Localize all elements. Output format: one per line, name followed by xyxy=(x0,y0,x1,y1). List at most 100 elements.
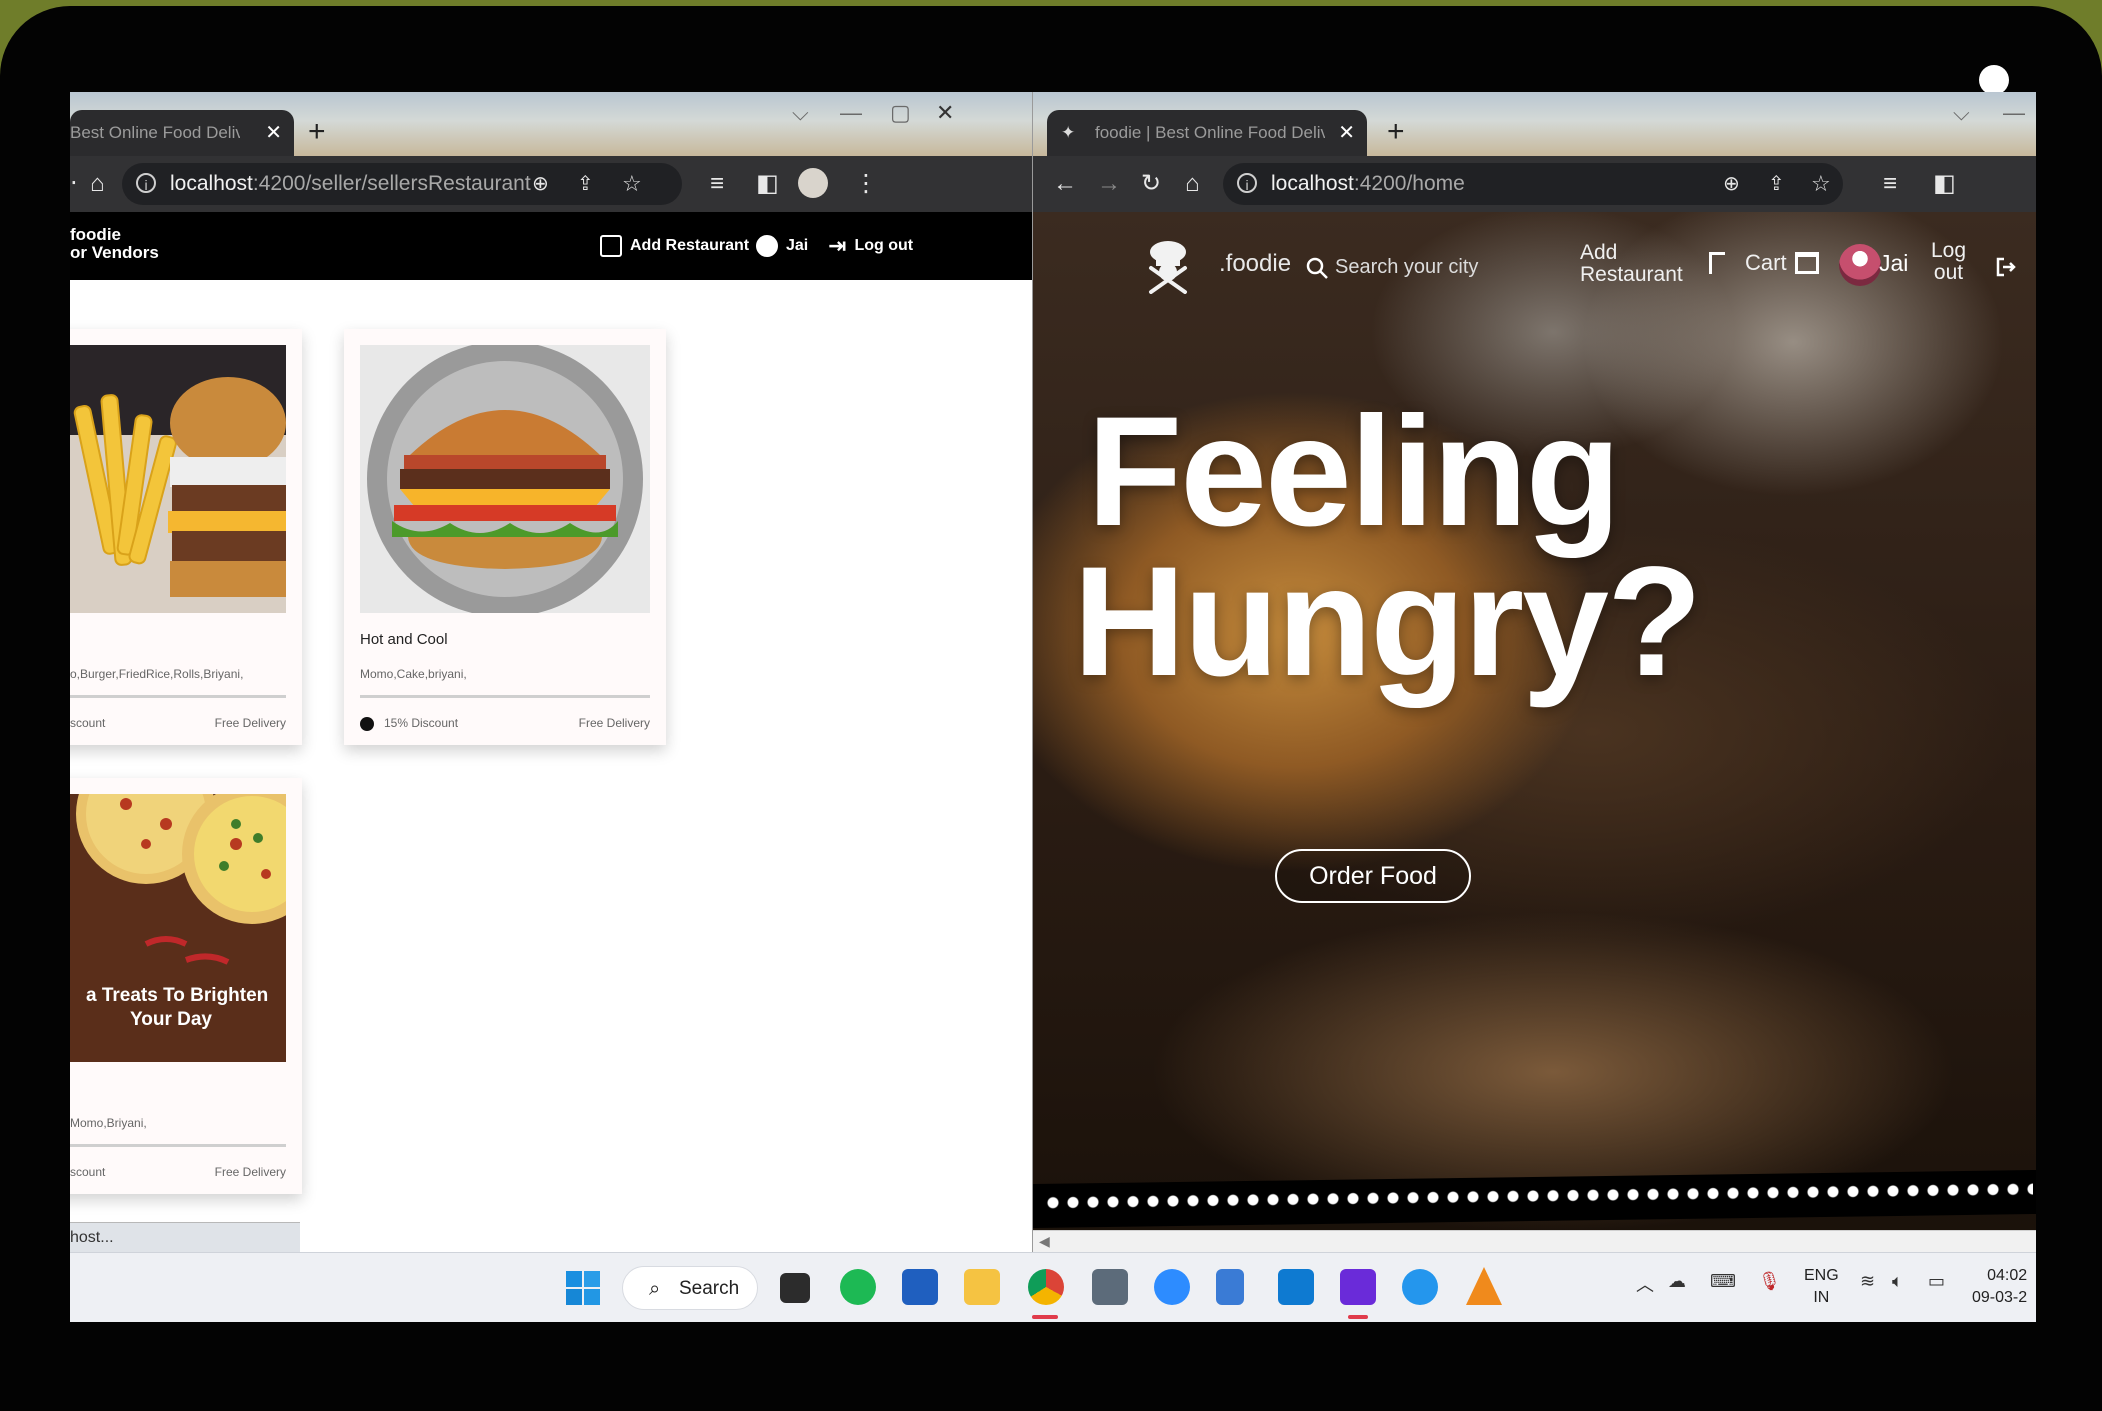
show-hidden-icons-chevron-icon[interactable]: ︿ xyxy=(1636,1271,1654,1297)
new-tab-button[interactable]: + xyxy=(1387,114,1405,150)
home-brand[interactable]: .foodie xyxy=(1219,250,1291,278)
home-add-restaurant-link[interactable]: Add Restaurant xyxy=(1580,242,1683,286)
back-icon[interactable]: ← xyxy=(1053,170,1077,198)
store-icon xyxy=(1709,252,1725,274)
reload-icon[interactable]: ↻ xyxy=(1141,170,1161,198)
maximize-button[interactable]: ▢ xyxy=(890,100,911,126)
intellij-active-indicator xyxy=(1348,1315,1368,1319)
docker-icon[interactable] xyxy=(1402,1269,1438,1305)
right-active-tab[interactable]: ✦ foodie | Best Online Food Delivery ✕ xyxy=(1047,110,1367,156)
tab-search-chevron-icon[interactable]: ⌵ xyxy=(1953,100,1970,126)
site-info-icon[interactable]: i xyxy=(136,173,156,193)
user-avatar[interactable] xyxy=(1839,244,1881,286)
side-panel-icon[interactable]: ◧ xyxy=(756,170,779,198)
left-tab-title: Best Online Food Delivery xyxy=(70,123,240,142)
system-clock[interactable]: 04:02 09-03-2 xyxy=(1972,1265,2027,1309)
chrome-active-indicator xyxy=(1032,1315,1058,1319)
close-window-button[interactable]: ✕ xyxy=(936,100,954,126)
restaurant-card[interactable]: Hot and Cool Momo,Cake,briyani, 15% Disc… xyxy=(344,329,666,745)
left-browser-window: Best Online Food Delivery ✕ + ⌵ — ▢ ✕ ⋅ … xyxy=(70,92,1032,1252)
right-tab-title: foodie | Best Online Food Delivery xyxy=(1095,123,1325,142)
vscode-icon[interactable] xyxy=(1278,1269,1314,1305)
volume-icon[interactable]: 🔈︎ xyxy=(1892,1271,1903,1292)
vendor-logout-link[interactable]: ⇥ Log out xyxy=(828,234,913,258)
cuisine-list: o,Burger,FriedRice,Rolls,Briyani, xyxy=(70,667,244,681)
battery-icon[interactable]: ▭ xyxy=(1928,1271,1945,1292)
vlc-icon[interactable] xyxy=(1466,1267,1502,1305)
reading-list-icon[interactable]: ≡ xyxy=(710,170,724,198)
new-tab-button[interactable]: + xyxy=(308,114,326,150)
discount-label: 15% Discount xyxy=(360,716,458,731)
input-language-indicator[interactable]: ENG IN xyxy=(1804,1265,1839,1309)
microphone-icon[interactable]: 🎙︎ xyxy=(1758,1271,1781,1292)
close-tab-icon[interactable]: ✕ xyxy=(1338,110,1355,156)
search-icon: ⌕ xyxy=(649,1278,661,1300)
vendor-brand[interactable]: foodie or Vendors xyxy=(70,226,159,262)
clock-time: 04:02 xyxy=(1987,1267,2028,1284)
home-logout-link[interactable]: Log out xyxy=(1931,240,1966,284)
order-food-button[interactable]: Order Food xyxy=(1275,849,1471,903)
intellij-icon[interactable] xyxy=(1340,1269,1376,1305)
share-icon[interactable]: ⇪ xyxy=(577,163,594,205)
left-address-bar[interactable]: i localhost:4200/seller/sellersRestauran… xyxy=(122,163,682,205)
calculator-icon[interactable] xyxy=(1092,1269,1128,1305)
share-icon[interactable]: ⇪ xyxy=(1768,163,1785,205)
chef-hat-logo-icon[interactable] xyxy=(1143,238,1193,294)
site-info-icon[interactable]: i xyxy=(1237,173,1257,193)
windows-start-icon[interactable] xyxy=(566,1271,600,1305)
home-icon[interactable]: ⌂ xyxy=(90,170,105,198)
cuisine-list: Momo,Briyani, xyxy=(70,1116,147,1130)
onedrive-cloud-icon[interactable]: ☁ xyxy=(1668,1271,1686,1292)
notepad-icon[interactable] xyxy=(1216,1269,1244,1305)
microsoft-store-icon[interactable] xyxy=(902,1269,938,1305)
close-tab-icon[interactable]: ✕ xyxy=(265,110,282,156)
add-restaurant-line2: Restaurant xyxy=(1580,263,1683,286)
delivery-label: Free Delivery xyxy=(214,716,286,730)
add-restaurant-link[interactable]: Add Restaurant xyxy=(600,234,749,258)
restaurant-image xyxy=(70,345,286,613)
user-circle-icon xyxy=(756,234,778,257)
menu-kebab-icon[interactable]: ⋮ xyxy=(854,170,878,198)
profile-avatar[interactable] xyxy=(798,168,828,198)
minimize-button[interactable]: — xyxy=(2003,100,2025,126)
discount-label: scount xyxy=(70,1165,106,1179)
right-toolbar: ← → ↻ ⌂ i localhost:4200/home ⊕ ⇪ ☆ ≡ ◧ xyxy=(1033,156,2036,212)
logout-icon[interactable] xyxy=(1995,256,2017,278)
home-user-name[interactable]: Jai xyxy=(1879,250,1908,277)
cart-icon[interactable] xyxy=(1795,252,1819,274)
side-panel-icon[interactable]: ◧ xyxy=(1933,170,1956,198)
restaurant-card[interactable]: a Treats To Brighten Your Day Momo,Briya… xyxy=(70,778,302,1194)
tab-search-chevron-icon[interactable]: ⌵ xyxy=(792,100,809,126)
reload-icon[interactable]: ⋅ xyxy=(70,170,78,198)
search-icon[interactable] xyxy=(1305,256,1329,280)
right-address-bar[interactable]: i localhost:4200/home ⊕ ⇪ ☆ xyxy=(1223,163,1843,205)
minimize-button[interactable]: — xyxy=(840,100,862,126)
spotify-icon[interactable] xyxy=(840,1269,876,1305)
left-active-tab[interactable]: Best Online Food Delivery ✕ xyxy=(70,110,294,156)
vendor-user-link[interactable]: Jai xyxy=(756,234,808,258)
city-search-input[interactable] xyxy=(1333,248,1537,286)
vendor-brand-line1: foodie xyxy=(70,225,121,244)
bookmark-star-icon[interactable]: ☆ xyxy=(622,163,642,205)
reading-list-icon[interactable]: ≡ xyxy=(1883,170,1897,198)
home-navbar: .foodie Add Restaurant Cart Jai Log out xyxy=(1033,212,2036,312)
scroll-left-icon[interactable]: ◀ xyxy=(1039,1233,1050,1250)
home-icon[interactable]: ⌂ xyxy=(1185,170,1200,198)
bookmark-star-icon[interactable]: ☆ xyxy=(1811,163,1831,205)
horizontal-scrollbar[interactable]: ◀ xyxy=(1033,1230,2036,1252)
chrome-icon[interactable] xyxy=(1028,1269,1064,1305)
wifi-icon[interactable]: ≋ xyxy=(1860,1271,1875,1292)
foodie-favicon-icon: ✦ xyxy=(1061,123,1076,142)
keyboard-icon[interactable]: ⌨ xyxy=(1710,1271,1736,1292)
zoom-icon[interactable]: ⊕ xyxy=(532,163,549,205)
cart-link[interactable]: Cart xyxy=(1745,250,1787,276)
file-explorer-icon[interactable] xyxy=(964,1269,1000,1305)
zoom-icon[interactable]: ⊕ xyxy=(1723,163,1740,205)
forward-icon[interactable]: → xyxy=(1097,170,1121,198)
restaurant-card[interactable]: o,Burger,FriedRice,Rolls,Briyani, scount… xyxy=(70,329,302,745)
hero-line2: Hungry? xyxy=(1073,535,1702,709)
delivery-label: Free Delivery xyxy=(578,716,650,730)
taskbar-search-box[interactable]: ⌕ Search xyxy=(622,1266,758,1310)
zoom-app-icon[interactable] xyxy=(1154,1269,1190,1305)
task-view-icon[interactable] xyxy=(780,1273,810,1303)
